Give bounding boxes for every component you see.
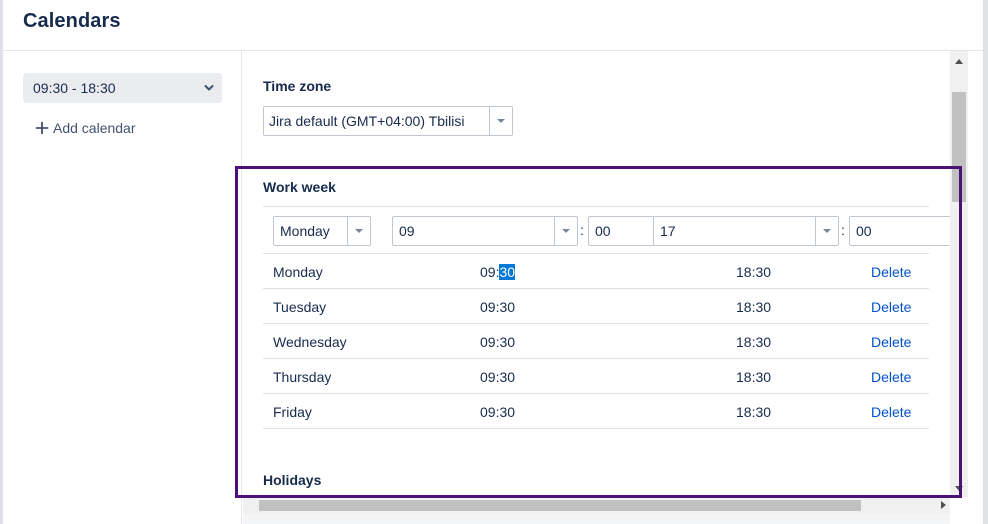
time-zone-heading: Time zone xyxy=(263,78,332,94)
row-day: Thursday xyxy=(273,369,332,385)
horizontal-scrollbar[interactable] xyxy=(243,497,950,514)
row-start-time: 09:30 xyxy=(480,334,516,350)
work-week-heading: Work week xyxy=(263,179,336,195)
panel-footer-strip xyxy=(243,514,950,524)
row-day: Wednesday xyxy=(273,334,347,350)
start-minute-field[interactable]: 00 xyxy=(588,216,654,246)
delete-link[interactable]: Delete xyxy=(871,334,911,350)
row-start-time: 09:30 xyxy=(480,369,516,385)
new-day-select[interactable]: Monday xyxy=(273,216,371,246)
time-zone-dropdown-button[interactable] xyxy=(489,107,512,135)
add-calendar-label: Add calendar xyxy=(53,120,136,136)
work-week-row: Tuesday 09:30 18:30 Delete xyxy=(263,289,929,324)
start-minute-value: 00 xyxy=(595,223,611,239)
vertical-scrollbar[interactable] xyxy=(950,51,968,497)
calendar-select-label: 09:30 - 18:30 xyxy=(33,80,116,96)
row-end-time: 18:30 xyxy=(736,299,772,315)
time-separator: : xyxy=(580,222,584,238)
delete-link[interactable]: Delete xyxy=(871,264,911,280)
delete-link[interactable]: Delete xyxy=(871,369,911,385)
end-hour-value: 17 xyxy=(660,223,676,239)
start-hour-select[interactable]: 09 xyxy=(392,216,578,246)
end-hour-dropdown-button[interactable] xyxy=(815,217,838,245)
time-zone-select[interactable]: Jira default (GMT+04:00) Tbilisi xyxy=(263,106,513,136)
delete-link[interactable]: Delete xyxy=(871,299,911,315)
calendar-select[interactable]: 09:30 - 18:30 xyxy=(23,73,222,103)
calendar-sidebar: 09:30 - 18:30 Add calendar xyxy=(3,51,242,524)
end-minute-field[interactable]: 00 xyxy=(849,216,950,246)
start-hour-value: 09 xyxy=(399,223,415,239)
work-week-row: Thursday 09:30 18:30 Delete xyxy=(263,359,929,394)
row-start-time: 09:30 xyxy=(480,264,516,280)
row-day: Monday xyxy=(273,264,323,280)
new-day-value: Monday xyxy=(280,223,330,239)
row-start-time: 09:30 xyxy=(480,404,516,420)
work-week-row: Monday 09:30 18:30 Delete xyxy=(263,254,929,289)
horizontal-scroll-thumb[interactable] xyxy=(259,500,861,511)
row-end-time: 18:30 xyxy=(736,264,772,280)
work-week-divider xyxy=(263,206,929,207)
plus-icon xyxy=(35,121,49,135)
caret-down-icon xyxy=(562,229,570,233)
row-start-time: 09:30 xyxy=(480,299,516,315)
calendar-settings-panel: Time zone Jira default (GMT+04:00) Tbili… xyxy=(243,51,950,497)
start-hour-dropdown-button[interactable] xyxy=(554,217,577,245)
scroll-up-arrow-icon[interactable] xyxy=(955,59,963,64)
holidays-heading: Holidays xyxy=(263,472,322,488)
end-minute-value: 00 xyxy=(856,223,872,239)
dialog-title: Calendars xyxy=(23,10,121,32)
time-zone-value: Jira default (GMT+04:00) Tbilisi xyxy=(269,113,465,129)
row-end-time: 18:30 xyxy=(736,334,772,350)
caret-down-icon xyxy=(823,229,831,233)
end-hour-select[interactable]: 17 xyxy=(653,216,839,246)
delete-link[interactable]: Delete xyxy=(871,404,911,420)
selected-text: 30 xyxy=(499,264,516,280)
row-day: Friday xyxy=(273,404,312,420)
caret-down-icon xyxy=(355,229,363,233)
dialog-right-edge xyxy=(983,0,988,524)
calendars-dialog: Calendars 09:30 - 18:30 Add calendar Tim… xyxy=(0,0,988,524)
caret-down-icon xyxy=(497,119,505,123)
scroll-down-arrow-icon[interactable] xyxy=(955,486,963,491)
row-day: Tuesday xyxy=(273,299,327,315)
scroll-right-arrow-icon[interactable] xyxy=(941,501,946,509)
work-week-row: Friday 09:30 18:30 Delete xyxy=(263,394,929,429)
work-week-row: Wednesday 09:30 18:30 Delete xyxy=(263,324,929,359)
dialog-header: Calendars xyxy=(3,0,983,51)
row-end-time: 18:30 xyxy=(736,404,772,420)
chevron-down-icon xyxy=(204,85,214,91)
vertical-scroll-thumb[interactable] xyxy=(952,92,966,202)
time-separator: : xyxy=(841,222,845,238)
new-day-dropdown-button[interactable] xyxy=(347,217,370,245)
row-end-time: 18:30 xyxy=(736,369,772,385)
